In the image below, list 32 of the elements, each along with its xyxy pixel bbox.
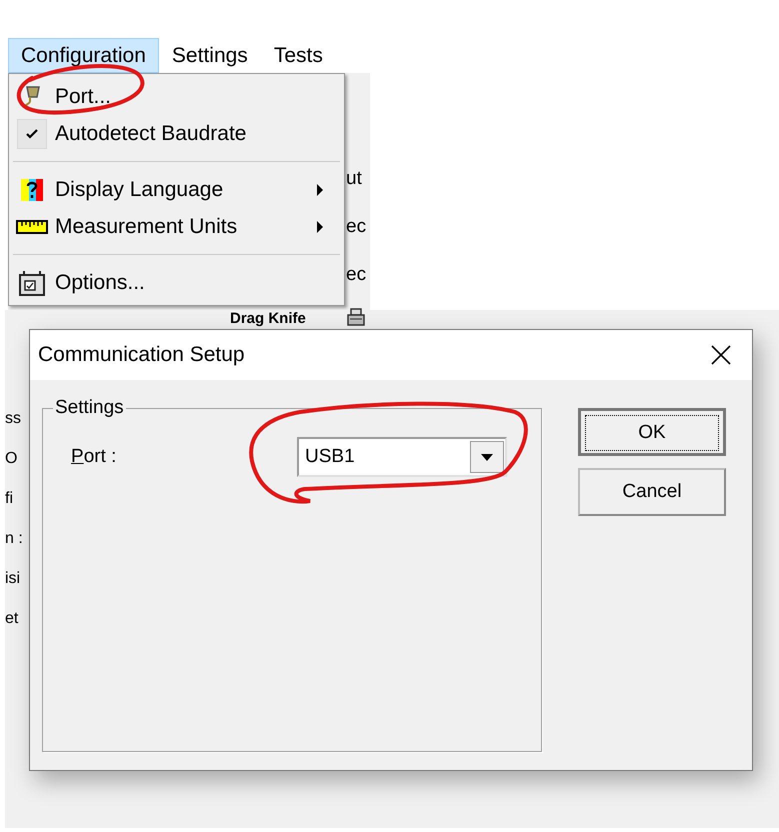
dialog-button[interactable]: Cancel: [578, 468, 726, 516]
text-fragment: fi: [5, 490, 14, 508]
menu-item[interactable]: Display Language: [9, 171, 344, 208]
text-fragment: ut: [346, 168, 363, 190]
text-fragment: isi: [5, 570, 22, 588]
text-fragment: ec: [346, 264, 368, 286]
dropdown-arrow-icon: [481, 454, 493, 460]
text-fragment: n :: [5, 530, 24, 548]
menu-bar-item[interactable]: Tests: [260, 38, 336, 73]
menu-item[interactable]: Port...: [9, 78, 344, 115]
close-icon[interactable]: [710, 344, 732, 366]
text-fragment: ec: [346, 216, 368, 238]
port-label: Port :: [71, 446, 118, 468]
menu-item[interactable]: Measurement Units: [9, 208, 344, 245]
section-heading: Drag Knife: [230, 310, 306, 326]
menu-bar-item[interactable]: Settings: [158, 38, 261, 73]
port-dropdown[interactable]: USB1: [297, 437, 507, 477]
options-dialog-icon: [18, 270, 46, 296]
ruler-icon: [16, 220, 48, 234]
dialog-button[interactable]: OK: [578, 408, 726, 456]
text-fragment: ss: [5, 410, 22, 428]
question-flag-icon: [21, 178, 43, 200]
knife-holder-icon: [346, 308, 366, 328]
dialog-title: Communication Setup: [38, 343, 245, 367]
group-title: Settings: [53, 397, 126, 419]
submenu-arrow-icon: [316, 220, 324, 232]
menu-bar-item[interactable]: Configuration: [8, 38, 159, 73]
text-fragment: O: [5, 450, 18, 468]
submenu-arrow-icon: [316, 184, 324, 196]
text-fragment: et: [5, 610, 20, 628]
menu-item[interactable]: Options...: [9, 264, 344, 301]
menu-item[interactable]: Autodetect Baudrate: [9, 115, 344, 152]
